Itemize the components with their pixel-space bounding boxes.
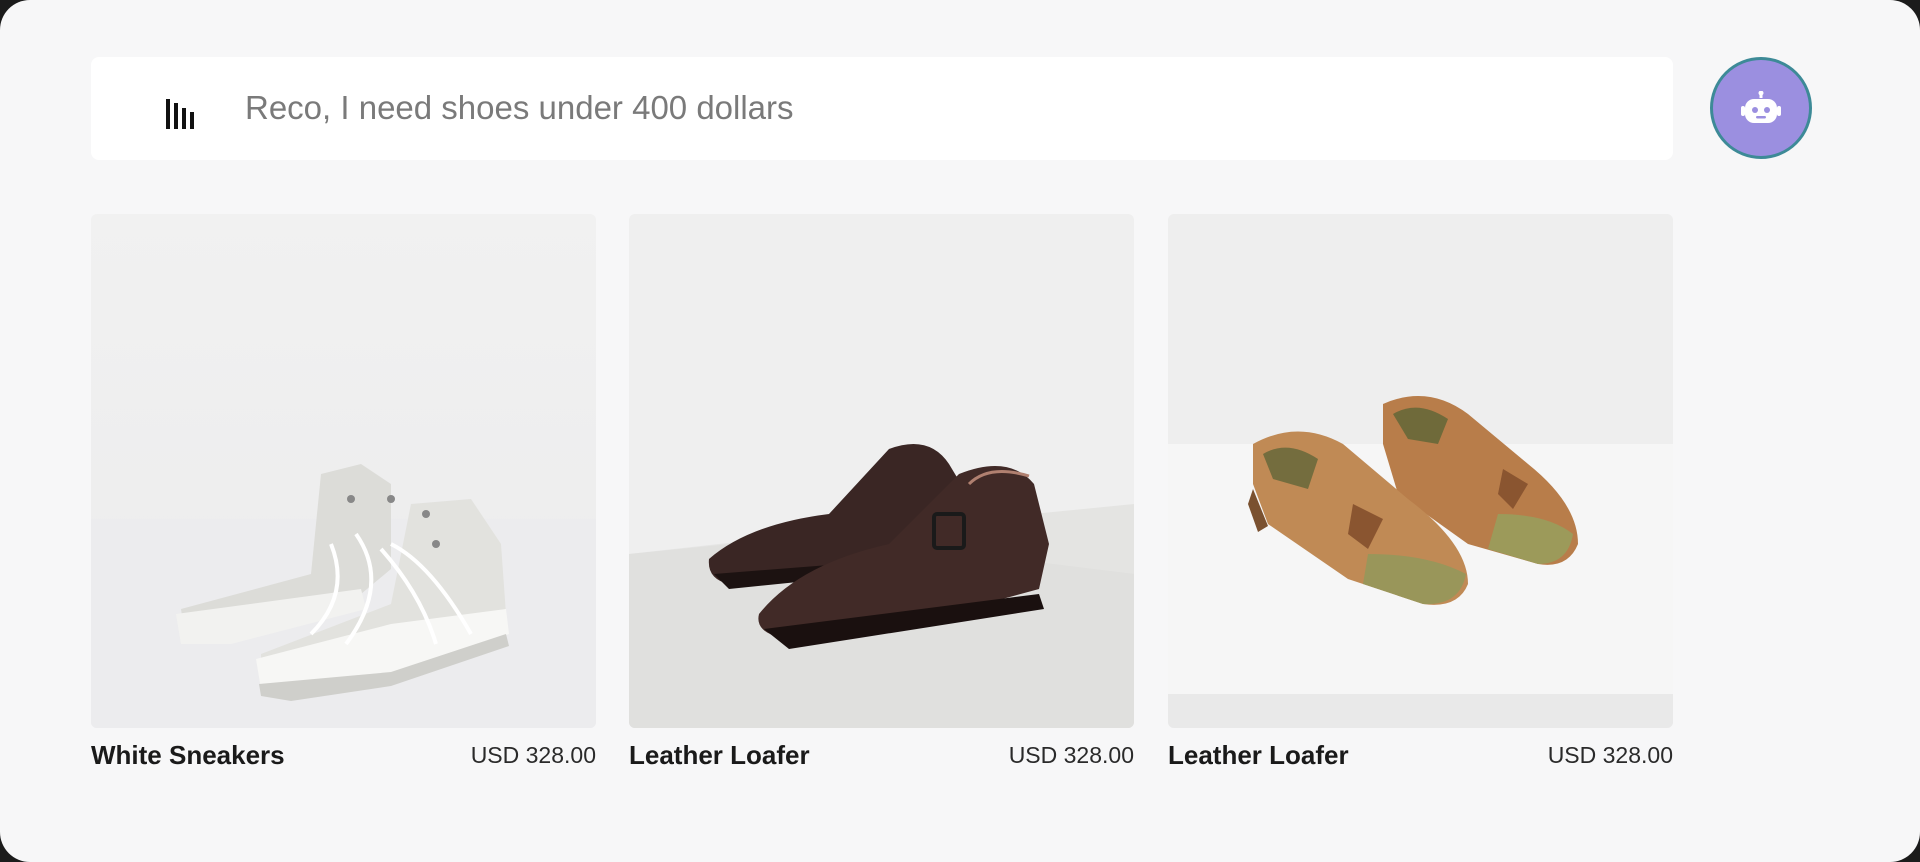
- product-card[interactable]: Leather Loafer USD 328.00: [1168, 214, 1673, 770]
- product-price: USD 328.00: [1008, 742, 1134, 768]
- product-card[interactable]: Leather Loafer USD 328.00: [629, 214, 1134, 770]
- product-price: USD 328.00: [470, 742, 596, 768]
- product-price: USD 328.00: [1547, 742, 1673, 768]
- product-card[interactable]: White Sneakers USD 328.00: [91, 214, 596, 770]
- product-image[interactable]: [1168, 214, 1673, 728]
- product-title[interactable]: Leather Loafer: [1168, 740, 1349, 771]
- product-title[interactable]: Leather Loafer: [629, 740, 810, 771]
- product-image[interactable]: [91, 214, 596, 728]
- search-input[interactable]: [245, 88, 1625, 128]
- robot-icon: [1741, 91, 1781, 123]
- assistant-bot-button[interactable]: [1710, 57, 1812, 159]
- product-title[interactable]: White Sneakers: [91, 740, 285, 771]
- black-loafers-image: [629, 214, 1134, 728]
- app-window: White Sneakers USD 328.00 Leather Loafer…: [0, 0, 1920, 862]
- white-sneakers-image: [91, 214, 596, 728]
- product-image[interactable]: [629, 214, 1134, 728]
- voice-wave-icon[interactable]: [165, 99, 197, 129]
- tan-loafers-image: [1168, 214, 1673, 728]
